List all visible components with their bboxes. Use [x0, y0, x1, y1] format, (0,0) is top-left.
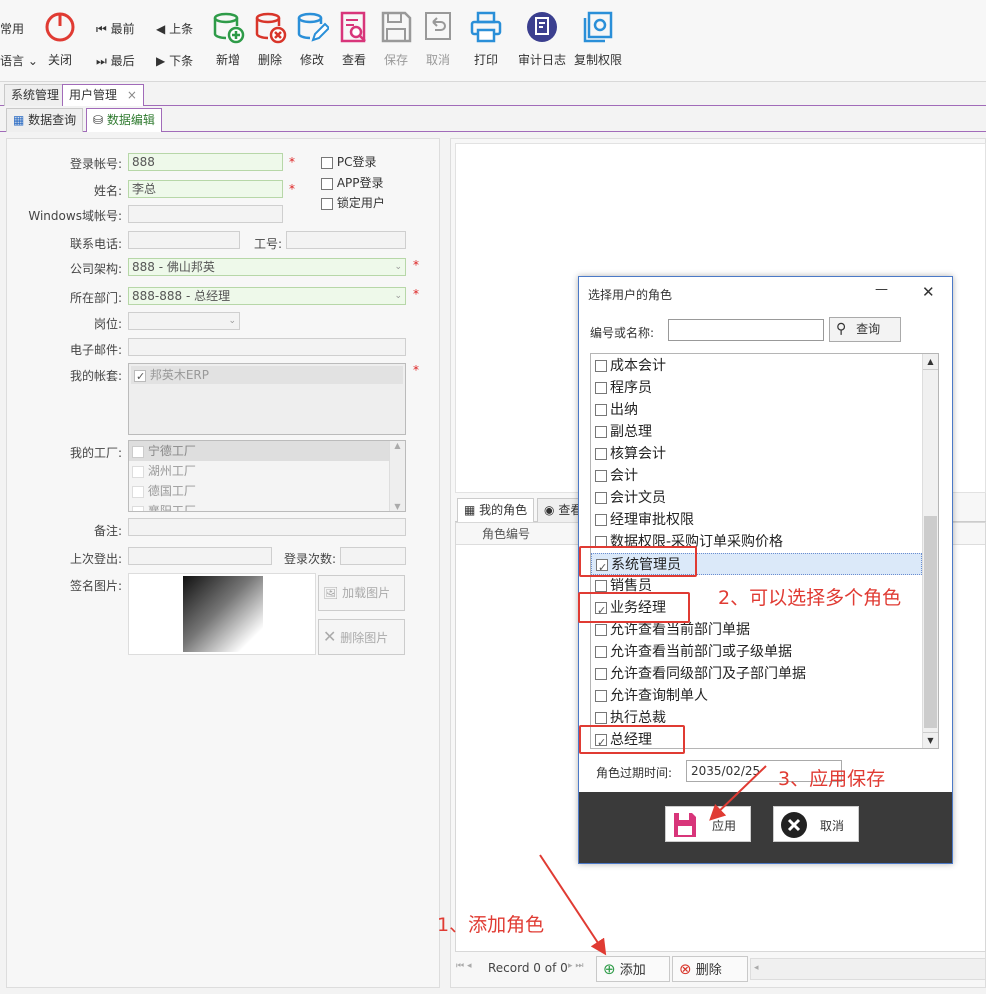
- annotation-arrows: [539, 765, 767, 956]
- arrow-to-add: [539, 854, 607, 956]
- arrow-to-apply: [709, 765, 767, 821]
